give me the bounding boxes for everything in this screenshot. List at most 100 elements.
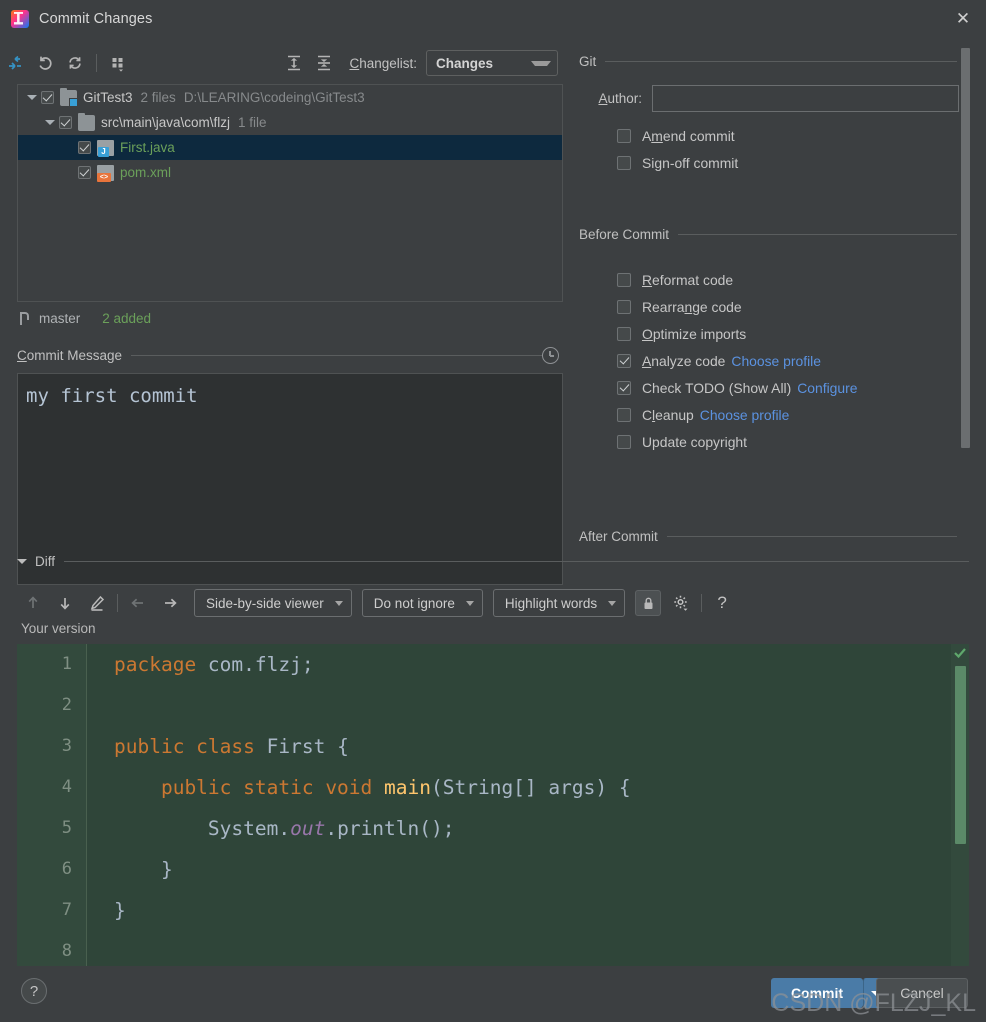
reformat-code-option[interactable]: Reformat code	[579, 266, 959, 293]
cancel-button[interactable]: Cancel	[876, 978, 968, 1008]
diff-editor[interactable]: 1 2 3 4 5 6 7 8 package com.flzj; public…	[17, 644, 969, 966]
table-row[interactable]: src\main\java\com\flzj 1 file	[18, 110, 562, 135]
clock-history-icon[interactable]	[542, 347, 559, 364]
line-number: 1	[61, 654, 72, 674]
edit-source-icon[interactable]	[81, 589, 113, 617]
rearrange-code-option[interactable]: Rearrange code	[579, 293, 959, 320]
analyze-code-profile-link[interactable]: Choose profile	[731, 353, 821, 369]
diff-code-content[interactable]: package com.flzj; public class First { p…	[87, 644, 969, 966]
expand-toggle-icon[interactable]	[41, 120, 59, 125]
analyze-code-label: Analyze code	[642, 352, 726, 369]
line-number: 4	[61, 777, 72, 797]
code-token: out	[290, 817, 326, 840]
code-token: com.flzj;	[207, 653, 314, 676]
check-todo-label: Check TODO (Show All)	[642, 379, 792, 396]
author-label: Author:	[598, 90, 642, 106]
git-branch-icon	[17, 311, 31, 326]
before-commit-options-list: Reformat code Rearrange code Optimize im…	[579, 266, 959, 455]
code-token: }	[114, 899, 126, 922]
row-checkbox[interactable]	[78, 141, 91, 154]
code-token: }	[114, 858, 173, 881]
next-difference-icon[interactable]	[49, 589, 81, 617]
row-checkbox[interactable]	[59, 116, 72, 129]
optimize-imports-label: Optimize imports	[642, 325, 747, 342]
sign-off-commit-checkbox[interactable]	[617, 155, 631, 170]
expand-toggle-icon[interactable]	[23, 95, 41, 100]
close-icon[interactable]: ✕	[940, 0, 986, 37]
update-copyright-option[interactable]: Update copyright	[579, 428, 959, 455]
changelist-dropdown[interactable]: Changes	[426, 50, 558, 76]
folder-modified-icon	[60, 87, 78, 107]
toolbar-divider	[117, 594, 118, 612]
amend-commit-label: Amend commit	[642, 127, 735, 144]
rearrange-code-label: Rearrange code	[642, 298, 742, 315]
diff-scrollbar[interactable]	[951, 644, 969, 966]
diff-section-header[interactable]: Diff	[17, 554, 969, 569]
changed-files-tree[interactable]: GitTest3 2 files D:\LEARING\codeing\GitT…	[17, 84, 563, 302]
table-row[interactable]: pom.xml	[18, 160, 562, 185]
analyze-code-option[interactable]: Analyze code Choose profile	[579, 347, 959, 374]
table-row[interactable]: First.java	[18, 135, 562, 160]
cleanup-option[interactable]: Cleanup Choose profile	[579, 401, 959, 428]
code-token: main	[384, 776, 431, 799]
dialog-footer: ? Commit Cancel CSDN @FLZJ_KL	[0, 966, 986, 1022]
check-todo-configure-link[interactable]: Configure	[797, 380, 857, 396]
commit-button[interactable]: Commit	[771, 978, 863, 1008]
divider	[131, 355, 543, 356]
divider	[64, 561, 969, 562]
chevron-down-icon	[465, 600, 474, 606]
update-copyright-checkbox[interactable]	[617, 434, 631, 449]
highlight-policy-dropdown[interactable]: Highlight words	[492, 589, 626, 617]
cleanup-checkbox[interactable]	[617, 407, 631, 422]
check-todo-checkbox[interactable]	[617, 380, 631, 395]
revert-icon[interactable]	[30, 50, 60, 76]
reformat-code-checkbox[interactable]	[617, 272, 631, 287]
amend-commit-option[interactable]: Amend commit	[579, 122, 959, 149]
line-number: 5	[61, 818, 72, 838]
sign-off-commit-option[interactable]: Sign-off commit	[579, 149, 959, 176]
author-field[interactable]	[652, 84, 959, 112]
group-by-icon[interactable]	[103, 50, 133, 76]
tree-item-label: src\main\java\com\flzj	[101, 115, 231, 130]
cleanup-profile-link[interactable]: Choose profile	[700, 407, 790, 423]
git-options-list: Amend commit Sign-off commit	[579, 122, 959, 176]
tree-item-filecount: 1 file	[238, 115, 267, 130]
viewer-mode-dropdown[interactable]: Side-by-side viewer	[194, 589, 352, 617]
reformat-code-label: Reformat code	[642, 271, 734, 288]
expand-all-icon[interactable]	[279, 50, 309, 76]
analyze-code-checkbox[interactable]	[617, 353, 631, 368]
lock-icon[interactable]	[635, 590, 662, 616]
collapse-all-icon[interactable]	[309, 50, 339, 76]
intellij-idea-icon	[11, 9, 29, 28]
optimize-imports-option[interactable]: Optimize imports	[579, 320, 959, 347]
options-scrollbar[interactable]	[961, 40, 970, 546]
options-scrollbar-thumb[interactable]	[961, 48, 970, 448]
amend-commit-checkbox[interactable]	[617, 128, 631, 143]
ignore-policy-dropdown[interactable]: Do not ignore	[361, 589, 483, 617]
code-token: First {	[266, 735, 349, 758]
accept-right-icon[interactable]	[154, 589, 186, 617]
question-mark-icon[interactable]: ?	[706, 589, 738, 617]
code-line: }	[114, 849, 969, 890]
code-line: System.out.println();	[114, 808, 969, 849]
chevron-down-icon	[531, 60, 551, 66]
maven-xml-file-icon	[97, 164, 114, 182]
gear-icon[interactable]	[665, 589, 697, 617]
table-row[interactable]: GitTest3 2 files D:\LEARING\codeing\GitT…	[18, 85, 562, 110]
code-line: }	[114, 890, 969, 931]
changelist-label: Changelist:	[349, 55, 417, 71]
diff-scrollbar-thumb[interactable]	[955, 666, 966, 844]
accept-left-icon[interactable]	[122, 589, 154, 617]
rearrange-code-checkbox[interactable]	[617, 299, 631, 314]
help-button[interactable]: ?	[21, 978, 47, 1004]
check-todo-option[interactable]: Check TODO (Show All) Configure	[579, 374, 959, 401]
refresh-icon[interactable]	[60, 50, 90, 76]
optimize-imports-checkbox[interactable]	[617, 326, 631, 341]
row-checkbox[interactable]	[41, 91, 54, 104]
collapse-into-icon[interactable]	[0, 50, 30, 76]
chevron-down-icon	[608, 600, 617, 606]
row-checkbox[interactable]	[78, 166, 91, 179]
cleanup-label: Cleanup	[642, 406, 694, 423]
previous-difference-icon[interactable]	[17, 589, 49, 617]
